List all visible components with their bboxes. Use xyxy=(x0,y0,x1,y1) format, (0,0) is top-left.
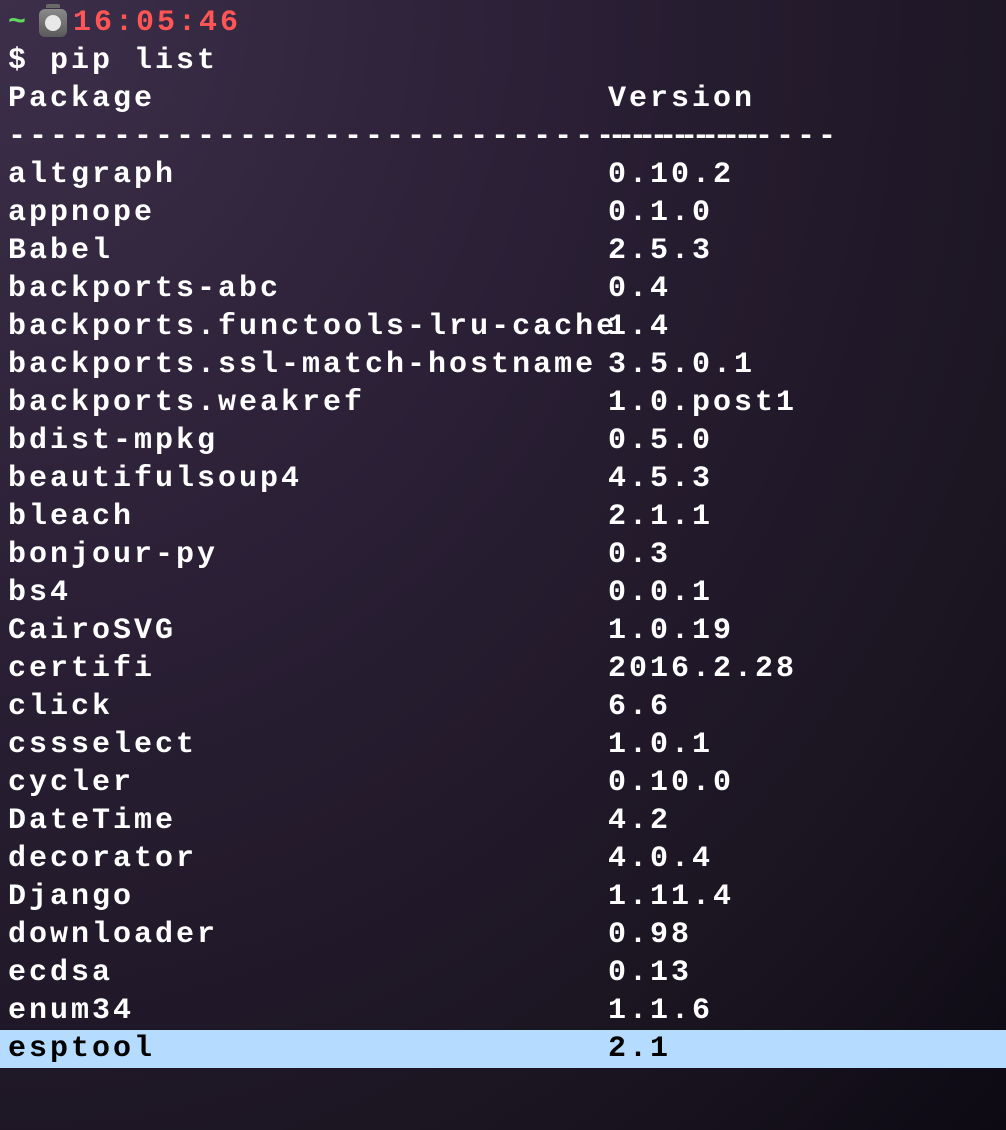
package-version: 0.10.0 xyxy=(608,764,998,802)
package-version: 4.2 xyxy=(608,802,998,840)
package-version: 1.0.19 xyxy=(608,612,998,650)
package-version: 0.0.1 xyxy=(608,574,998,612)
package-version: 0.98 xyxy=(608,916,998,954)
package-row: cycler0.10.0 xyxy=(8,764,998,802)
package-version: 4.0.4 xyxy=(608,840,998,878)
package-version: 2016.2.28 xyxy=(608,650,998,688)
package-version: 2.1 xyxy=(608,1030,998,1068)
package-version: 0.3 xyxy=(608,536,998,574)
package-version: 0.5.0 xyxy=(608,422,998,460)
package-name: decorator xyxy=(8,840,608,878)
package-name: ecdsa xyxy=(8,954,608,992)
package-version: 4.5.3 xyxy=(608,460,998,498)
package-row: CairoSVG1.0.19 xyxy=(8,612,998,650)
package-row: beautifulsoup44.5.3 xyxy=(8,460,998,498)
package-name: CairoSVG xyxy=(8,612,608,650)
package-version: 1.0.1 xyxy=(608,726,998,764)
package-name: cssselect xyxy=(8,726,608,764)
package-row: bonjour-py0.3 xyxy=(8,536,998,574)
package-row: altgraph0.10.2 xyxy=(8,156,998,194)
timestamp: 16:05:46 xyxy=(73,6,241,40)
header-package: Package xyxy=(8,80,608,118)
package-row: backports.ssl-match-hostname3.5.0.1 xyxy=(8,346,998,384)
package-version: 2.1.1 xyxy=(608,498,998,536)
package-row: DateTime4.2 xyxy=(8,802,998,840)
package-name: bonjour-py xyxy=(8,536,608,574)
header-version: Version xyxy=(608,80,998,118)
package-row: certifi2016.2.28 xyxy=(8,650,998,688)
package-name: certifi xyxy=(8,650,608,688)
divider-package: ------------------------------------ xyxy=(8,118,608,156)
package-version: 1.4 xyxy=(608,308,998,346)
package-row: enum341.1.6 xyxy=(8,992,998,1030)
package-name: bs4 xyxy=(8,574,608,612)
package-row: backports.weakref1.0.post1 xyxy=(8,384,998,422)
package-name: backports.functools-lru-cache xyxy=(8,308,608,346)
package-row: appnope0.1.0 xyxy=(8,194,998,232)
package-version: 1.1.6 xyxy=(608,992,998,1030)
package-name: altgraph xyxy=(8,156,608,194)
package-name: enum34 xyxy=(8,992,608,1030)
package-version: 2.5.3 xyxy=(608,232,998,270)
package-version: 3.5.0.1 xyxy=(608,346,998,384)
package-name: bdist-mpkg xyxy=(8,422,608,460)
package-row: ecdsa0.13 xyxy=(8,954,998,992)
package-version: 0.10.2 xyxy=(608,156,998,194)
package-name: bleach xyxy=(8,498,608,536)
package-version: 1.0.post1 xyxy=(608,384,998,422)
package-version: 0.4 xyxy=(608,270,998,308)
package-version: 6.6 xyxy=(608,688,998,726)
package-name: beautifulsoup4 xyxy=(8,460,608,498)
package-row: Babel2.5.3 xyxy=(8,232,998,270)
package-name: Django xyxy=(8,878,608,916)
package-row: bleach2.1.1 xyxy=(8,498,998,536)
package-name: cycler xyxy=(8,764,608,802)
command-line: $ pip list xyxy=(8,42,998,80)
package-name: esptool xyxy=(8,1030,608,1068)
terminal-output[interactable]: ~ 16:05:46 $ pip list Package Version --… xyxy=(0,0,1006,1068)
package-row: downloader0.98 xyxy=(8,916,998,954)
prompt-char: $ xyxy=(8,44,29,78)
package-row: bs40.0.1 xyxy=(8,574,998,612)
package-version: 0.1.0 xyxy=(608,194,998,232)
package-row: Django1.11.4 xyxy=(8,878,998,916)
package-row: backports.functools-lru-cache1.4 xyxy=(8,308,998,346)
package-name: click xyxy=(8,688,608,726)
package-row: click6.6 xyxy=(8,688,998,726)
package-name: DateTime xyxy=(8,802,608,840)
package-row: backports-abc0.4 xyxy=(8,270,998,308)
package-name: downloader xyxy=(8,916,608,954)
clock-icon xyxy=(39,9,67,37)
package-name: Babel xyxy=(8,232,608,270)
table-divider: ------------------------------------ ---… xyxy=(8,118,998,156)
package-name: backports-abc xyxy=(8,270,608,308)
package-version: 0.13 xyxy=(608,954,998,992)
package-version: 1.11.4 xyxy=(608,878,998,916)
command-text: pip list xyxy=(50,44,218,78)
package-row: cssselect1.0.1 xyxy=(8,726,998,764)
package-row: bdist-mpkg0.5.0 xyxy=(8,422,998,460)
package-name: appnope xyxy=(8,194,608,232)
package-row: decorator4.0.4 xyxy=(8,840,998,878)
table-header: Package Version xyxy=(8,80,998,118)
divider-version: ----------- xyxy=(608,118,998,156)
package-name: backports.weakref xyxy=(8,384,608,422)
package-name: backports.ssl-match-hostname xyxy=(8,346,608,384)
package-list: altgraph0.10.2appnope0.1.0Babel2.5.3back… xyxy=(8,156,998,1068)
prompt-line: ~ 16:05:46 xyxy=(8,4,998,42)
cwd-indicator: ~ xyxy=(8,6,29,40)
package-row: esptool2.1 xyxy=(0,1030,1006,1068)
